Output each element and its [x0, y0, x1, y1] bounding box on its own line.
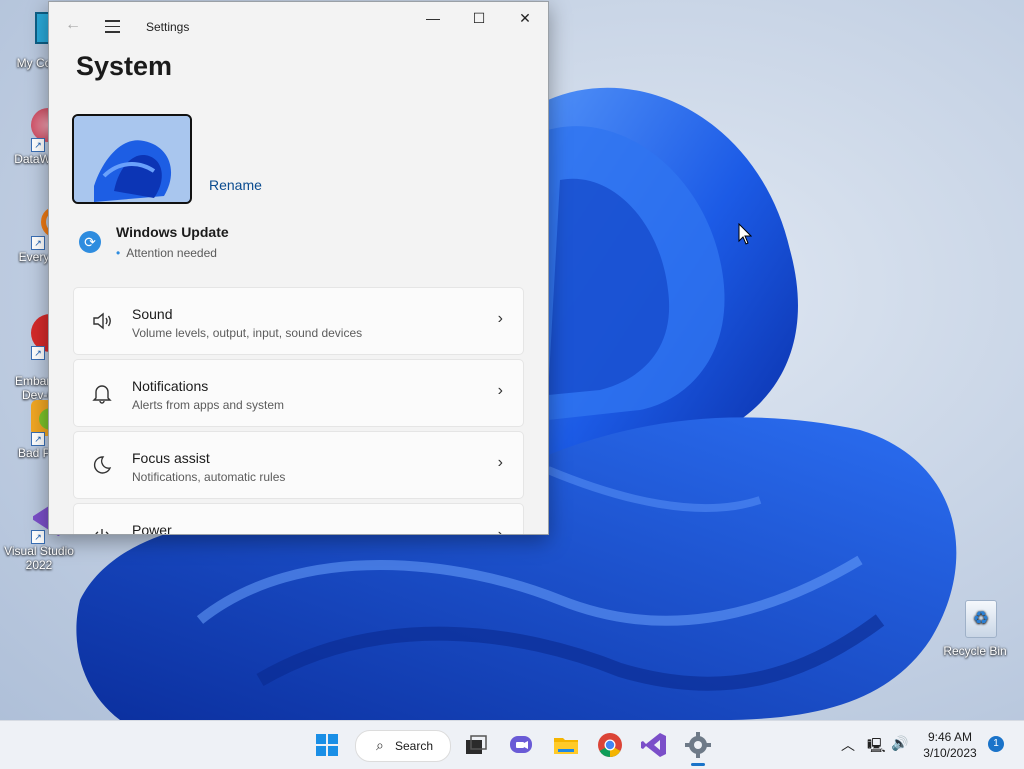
settings-card-sound[interactable]: Sound Volume levels, output, input, soun…: [73, 287, 524, 355]
settings-gear-icon[interactable]: [684, 731, 712, 759]
taskbar: ⌕ Search ︿ 🖳 🔊 9:46 AM 3/10/2023 1: [0, 720, 1024, 769]
card-title: Notifications: [132, 378, 209, 394]
device-wallpaper-thumbnail: [72, 114, 192, 204]
taskbar-clock[interactable]: 9:46 AM 3/10/2023: [918, 729, 982, 761]
visual-studio-taskbar-icon[interactable]: [640, 731, 668, 759]
desktop-icon-label: Recycle Bin: [943, 644, 1007, 658]
settings-card-focus-assist[interactable]: Focus assist Notifications, automatic ru…: [73, 431, 524, 499]
moon-icon: [93, 456, 112, 474]
show-hidden-icons-chevron-icon[interactable]: ︿: [841, 735, 855, 755]
task-view-icon[interactable]: [462, 731, 490, 759]
power-icon: [95, 529, 109, 534]
clock-date: 3/10/2023: [923, 746, 977, 760]
chrome-icon[interactable]: [596, 731, 624, 759]
clock-time: 9:46 AM: [927, 730, 973, 744]
desktop-icon-recycle-bin[interactable]: ♻ Recycle Bin: [936, 598, 1014, 658]
chevron-right-icon: ›: [497, 454, 503, 471]
start-button-windows-icon[interactable]: [313, 731, 341, 759]
settings-card-notifications[interactable]: Notifications Alerts from apps and syste…: [73, 359, 524, 427]
chevron-right-icon: ›: [497, 526, 503, 535]
sync-icon: ⟳: [79, 231, 101, 253]
card-title: Sound: [132, 306, 173, 322]
back-arrow-icon[interactable]: ←: [65, 16, 81, 34]
chevron-right-icon: ›: [497, 382, 503, 399]
mouse-cursor-icon: [738, 223, 752, 245]
teams-chat-icon[interactable]: [507, 731, 535, 759]
desktop-icon-label: Visual Studio 2022: [4, 544, 74, 572]
network-icon[interactable]: 🖳: [867, 735, 886, 759]
windows-update-title: Windows Update: [116, 224, 229, 240]
recycle-bin-icon: ♻: [953, 598, 997, 642]
settings-card-power[interactable]: Power ›: [73, 503, 524, 535]
windows-update-status: • Attention needed: [116, 246, 217, 260]
status-dot-icon: •: [116, 246, 121, 260]
settings-window: ← Settings — ☐ ✕ System Rename ⟳ Windows…: [48, 1, 549, 535]
card-title: Power: [132, 522, 172, 535]
taskbar-search-button[interactable]: ⌕ Search: [355, 730, 451, 762]
page-title: System: [76, 51, 173, 81]
search-icon: ⌕: [376, 737, 384, 753]
active-app-indicator: [691, 763, 705, 766]
rename-link[interactable]: Rename: [209, 177, 262, 193]
hamburger-menu-icon[interactable]: [105, 20, 120, 37]
card-subtitle: Volume levels, output, input, sound devi…: [132, 326, 363, 340]
file-explorer-icon[interactable]: [552, 731, 580, 759]
card-subtitle: Alerts from apps and system: [132, 398, 285, 412]
minimize-button[interactable]: —: [418, 10, 448, 30]
title-bar: ← Settings — ☐ ✕: [49, 2, 548, 48]
notification-badge[interactable]: 1: [988, 736, 1004, 752]
close-button[interactable]: ✕: [510, 10, 540, 30]
window-title: Settings: [146, 20, 190, 34]
chevron-right-icon: ›: [497, 310, 503, 327]
volume-icon[interactable]: 🔊: [891, 735, 908, 752]
card-title: Focus assist: [132, 450, 210, 466]
speaker-icon: [93, 312, 111, 330]
card-subtitle: Notifications, automatic rules: [132, 470, 286, 484]
maximize-button[interactable]: ☐: [464, 10, 494, 30]
search-label: Search: [395, 739, 434, 753]
bell-icon: [92, 385, 112, 404]
